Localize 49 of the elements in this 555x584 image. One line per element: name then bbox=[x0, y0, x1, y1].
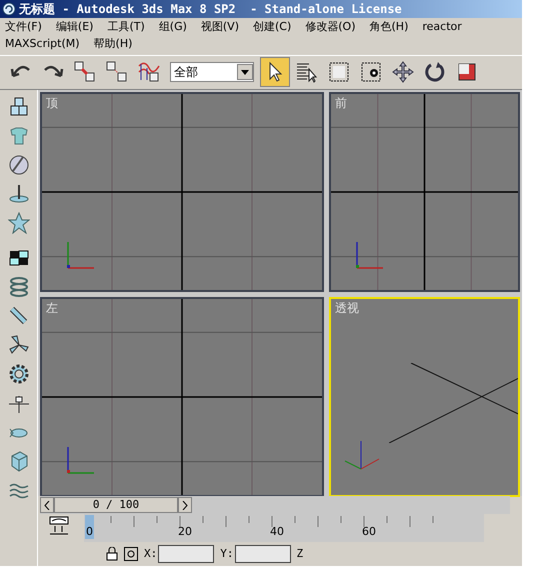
cubes-icon bbox=[8, 96, 30, 118]
time-slider-track[interactable]: 0 / 100 bbox=[40, 496, 510, 514]
link-icon bbox=[73, 60, 97, 84]
menu-item[interactable]: 视图(V) bbox=[200, 20, 239, 32]
menu-item[interactable]: 角色(H) bbox=[370, 20, 408, 32]
lock-icon bbox=[106, 547, 118, 562]
frame-label: 0 bbox=[85, 515, 94, 540]
menu-item[interactable]: 工具(T) bbox=[107, 20, 145, 32]
next-frame-button[interactable] bbox=[178, 497, 192, 514]
toolbar-button[interactable] bbox=[260, 57, 290, 88]
left-chevron-icon bbox=[44, 500, 50, 510]
right-chevron-icon bbox=[182, 500, 188, 510]
frame-label: 20 bbox=[177, 526, 193, 538]
move-icon bbox=[391, 60, 415, 84]
coordinate-label: X: bbox=[144, 546, 158, 562]
coordinate-label: Z bbox=[296, 546, 304, 562]
spring-icon bbox=[8, 276, 30, 298]
fan-icon bbox=[8, 334, 30, 356]
coordinate-field[interactable] bbox=[158, 545, 214, 564]
crossing-select-icon bbox=[359, 60, 383, 84]
curve-editor-icon bbox=[48, 516, 70, 536]
space-warp-bind-icon bbox=[137, 60, 161, 84]
menu-item[interactable]: 创建(C) bbox=[253, 20, 292, 32]
menu-item[interactable]: 帮助(H) bbox=[94, 38, 132, 50]
pin-icon bbox=[8, 183, 30, 206]
selection-filter-dropdown[interactable]: 全部 bbox=[170, 62, 254, 82]
menu-item[interactable]: reactor bbox=[422, 20, 462, 32]
unlink-icon bbox=[105, 60, 129, 84]
shirt-icon bbox=[8, 125, 30, 148]
window-title: 无标题 - Autodesk 3ds Max 8 SP2 - Stand-alone License bbox=[19, 2, 402, 15]
absolute-mode-icon bbox=[124, 547, 138, 562]
menu-item[interactable]: 组(G) bbox=[158, 20, 187, 32]
menu-item[interactable]: MAXScript(M) bbox=[5, 38, 80, 50]
track-bar[interactable]: 0 20 40 60 bbox=[84, 514, 484, 542]
gear-icon bbox=[8, 363, 30, 386]
coordinate-field[interactable] bbox=[234, 545, 290, 564]
rectangle-select-icon bbox=[327, 60, 351, 84]
previous-frame-button[interactable] bbox=[40, 497, 54, 514]
menu-item[interactable]: 文件(F) bbox=[5, 20, 42, 32]
frame-label: 60 bbox=[361, 526, 377, 538]
star-icon bbox=[8, 212, 30, 234]
rotate-icon bbox=[423, 60, 447, 84]
menu-item[interactable]: 编辑(E) bbox=[56, 20, 94, 32]
frame-label: 40 bbox=[269, 526, 285, 538]
time-slider-thumb[interactable]: 0 / 100 bbox=[40, 497, 192, 514]
coordinate-label: Y: bbox=[220, 546, 234, 562]
menu-item[interactable]: 修改器(O) bbox=[305, 20, 356, 32]
frame-reading: 0 / 100 bbox=[54, 497, 178, 514]
app-logo-icon bbox=[2, 2, 16, 16]
